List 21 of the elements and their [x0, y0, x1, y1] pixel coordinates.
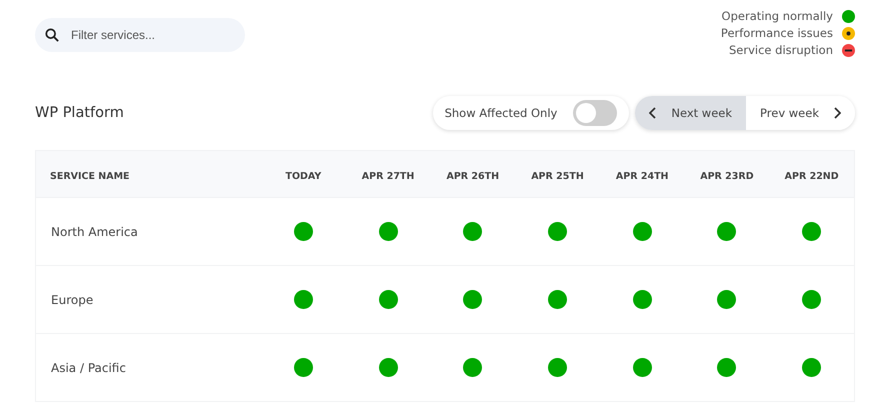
column-header: APR 25TH [530, 170, 585, 182]
legend-label: Performance issues [720, 26, 833, 40]
column-header: APR 23RD [699, 170, 755, 182]
week-button[interactable]: Prev week [746, 96, 855, 130]
column-header: APR 24TH [614, 170, 670, 182]
service-name: North America [50, 224, 139, 238]
search-field[interactable]: Filter services... [35, 18, 245, 52]
column-header: APR 27TH [360, 170, 416, 182]
section-title: WP Platform [35, 105, 124, 121]
search-icon [45, 28, 59, 42]
week-button[interactable]: Next week [635, 96, 746, 130]
service-name: Europe [50, 292, 94, 306]
legend-label: Operating normally [722, 9, 833, 23]
toggle-label: Show Affected Only [444, 106, 558, 120]
column-header: SERVICE NAME [49, 170, 131, 182]
legend-label: Service disruption [729, 43, 833, 57]
toggle-switch[interactable] [573, 100, 618, 126]
column-header: APR 26TH [445, 170, 500, 182]
service-name: Asia / Pacific [50, 360, 127, 374]
column-header: APR 22ND [784, 170, 840, 182]
column-header: TODAY [284, 170, 322, 182]
